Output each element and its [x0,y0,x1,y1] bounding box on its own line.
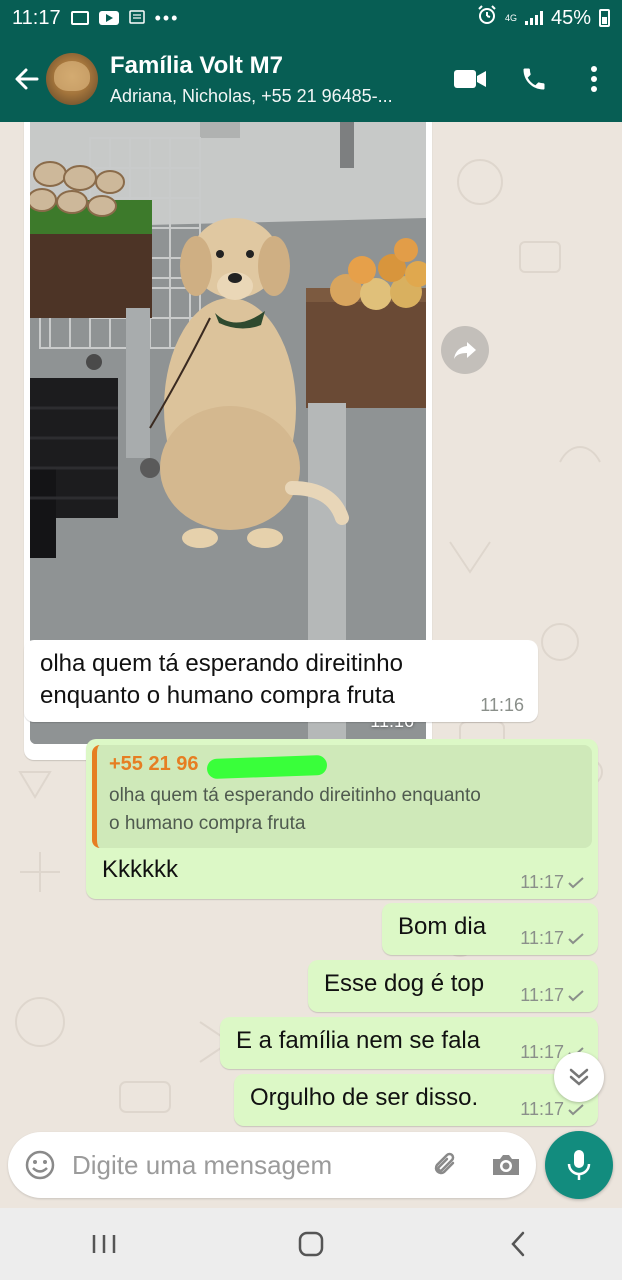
message-text-line: olha quem tá esperando direitinho [40,650,403,677]
outgoing-message[interactable]: Esse dog é top 11:17 [308,960,598,1012]
phone-icon [523,68,545,90]
outgoing-message[interactable]: E a família nem se fala 11:17 [220,1017,598,1069]
quoted-sender: +55 21 96 [109,753,199,775]
microphone-icon [567,1150,591,1180]
message-meta: 11:17 [520,872,584,893]
emoji-button[interactable] [10,1135,70,1195]
incoming-message[interactable]: olha quem tá esperando direitinho enquan… [24,640,538,722]
redaction-mark [206,754,328,780]
sent-check-icon [568,876,584,888]
home-button[interactable] [271,1214,351,1274]
home-icon [298,1231,324,1257]
message-composer [8,1132,536,1198]
youtube-icon [98,11,119,25]
chat-header: Família Volt M7 Adriana, Nicholas, +55 2… [0,36,622,122]
system-navigation-bar [0,1208,622,1280]
message-time: 11:17 [520,1099,564,1119]
chat-area[interactable]: 11:16 olha quem tá esperando direitinho … [0,122,622,1130]
message-time: 11:17 [520,928,564,948]
paperclip-icon [434,1152,455,1175]
scroll-to-bottom-button[interactable] [554,1052,604,1102]
chat-title-area[interactable]: Família Volt M7 Adriana, Nicholas, +55 2… [110,52,428,107]
outgoing-reply-message[interactable]: +55 21 96 olha quem tá esperando direiti… [86,739,598,899]
camera-button[interactable] [476,1135,536,1195]
message-time: 11:17 [520,1042,564,1062]
recent-apps-icon [92,1235,115,1253]
notification-icon [128,7,145,30]
quoted-message[interactable]: +55 21 96 olha quem tá esperando direiti… [92,745,592,848]
back-arrow-icon [15,68,39,90]
attach-button[interactable] [416,1135,476,1195]
sent-check-icon [568,1103,584,1115]
quoted-text-line: olha quem tá esperando direitinho enquan… [109,785,481,806]
sent-check-icon [568,989,584,1001]
message-input[interactable] [70,1149,416,1181]
message-meta: 11:16 [480,695,524,716]
status-time: 11:17 [12,6,61,29]
outgoing-message[interactable]: Orgulho de ser disso. 11:17 [234,1074,598,1126]
signal-icon [524,11,543,25]
outgoing-message[interactable]: Bom dia 11:17 [382,903,598,955]
recent-apps-button[interactable] [64,1214,144,1274]
message-text: Kkkkkk [102,856,179,883]
battery-percent: 45% [550,6,591,29]
forward-button[interactable] [441,326,489,374]
voice-call-button[interactable] [502,51,566,107]
sent-check-icon [568,932,584,944]
forward-icon [454,342,476,359]
message-meta: 11:17 [520,985,584,1006]
status-bar: 11:17 ••• 4G 45% [0,0,622,36]
system-back-button[interactable] [478,1214,558,1274]
video-call-button[interactable] [438,51,502,107]
group-avatar[interactable] [46,53,98,105]
more-vert-icon [591,66,597,92]
back-button[interactable] [4,57,48,101]
network-type: 4G [504,12,517,23]
message-meta: 11:17 [520,928,584,949]
camera-icon [493,1155,519,1175]
chat-participants: Adriana, Nicholas, +55 21 96485-... [110,85,393,106]
chevron-left-icon [511,1231,525,1257]
double-chevron-down-icon [569,1068,589,1086]
battery-icon [599,9,610,27]
emoji-icon [25,1150,55,1180]
more-options-button[interactable] [566,51,622,107]
message-time: 11:17 [520,985,564,1005]
more-dots-icon: ••• [154,7,180,28]
quoted-text-line: o humano compra fruta [109,813,306,834]
message-time: 11:16 [480,695,524,715]
alarm-icon [477,5,497,31]
message-text-line: enquanto o humano compra fruta [40,682,395,709]
message-time: 11:17 [520,872,564,892]
message-meta: 11:17 [520,1099,584,1120]
chat-title: Família Volt M7 [110,51,283,79]
voice-message-button[interactable] [545,1131,613,1199]
video-call-icon [454,70,486,88]
gallery-icon [70,11,89,25]
